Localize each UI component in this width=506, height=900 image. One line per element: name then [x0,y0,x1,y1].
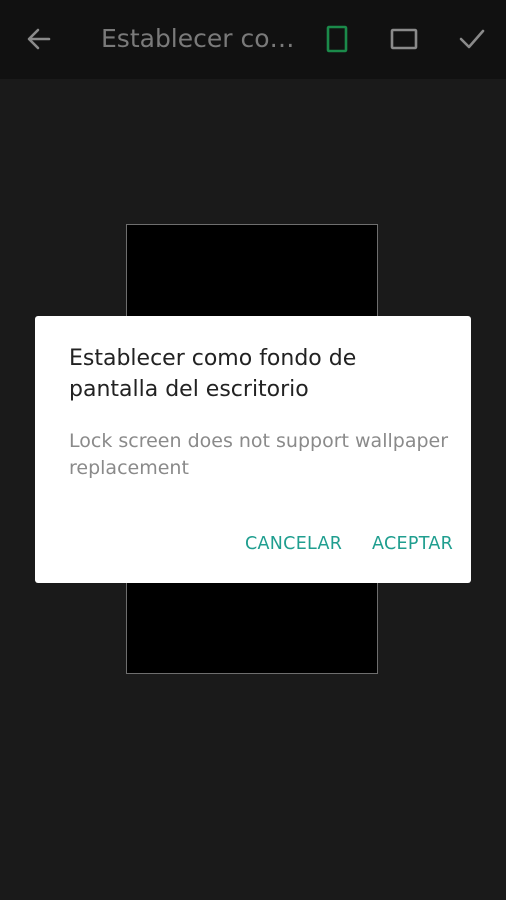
page-title: Establecer com… [101,24,296,53]
rectangle-crop-icon [390,28,418,50]
landscape-crop-button[interactable] [381,16,427,62]
dialog-title: Establecer como fondo de pantalla del es… [69,346,357,402]
accept-button[interactable]: ACEPTAR [372,532,453,556]
dialog-message: Lock screen does not support wallpaper r… [69,430,449,479]
cancel-button[interactable]: CANCELAR [245,532,342,556]
confirm-button[interactable] [449,16,495,62]
portrait-orientation-button[interactable] [314,16,360,62]
back-button[interactable] [16,16,62,62]
app-bar: Establecer com… [0,0,506,79]
checkmark-icon [459,29,485,49]
wallpaper-dialog: Establecer como fondo de pantalla del es… [35,316,471,583]
arrow-back-icon [27,28,51,50]
phone-portrait-icon [326,25,348,53]
